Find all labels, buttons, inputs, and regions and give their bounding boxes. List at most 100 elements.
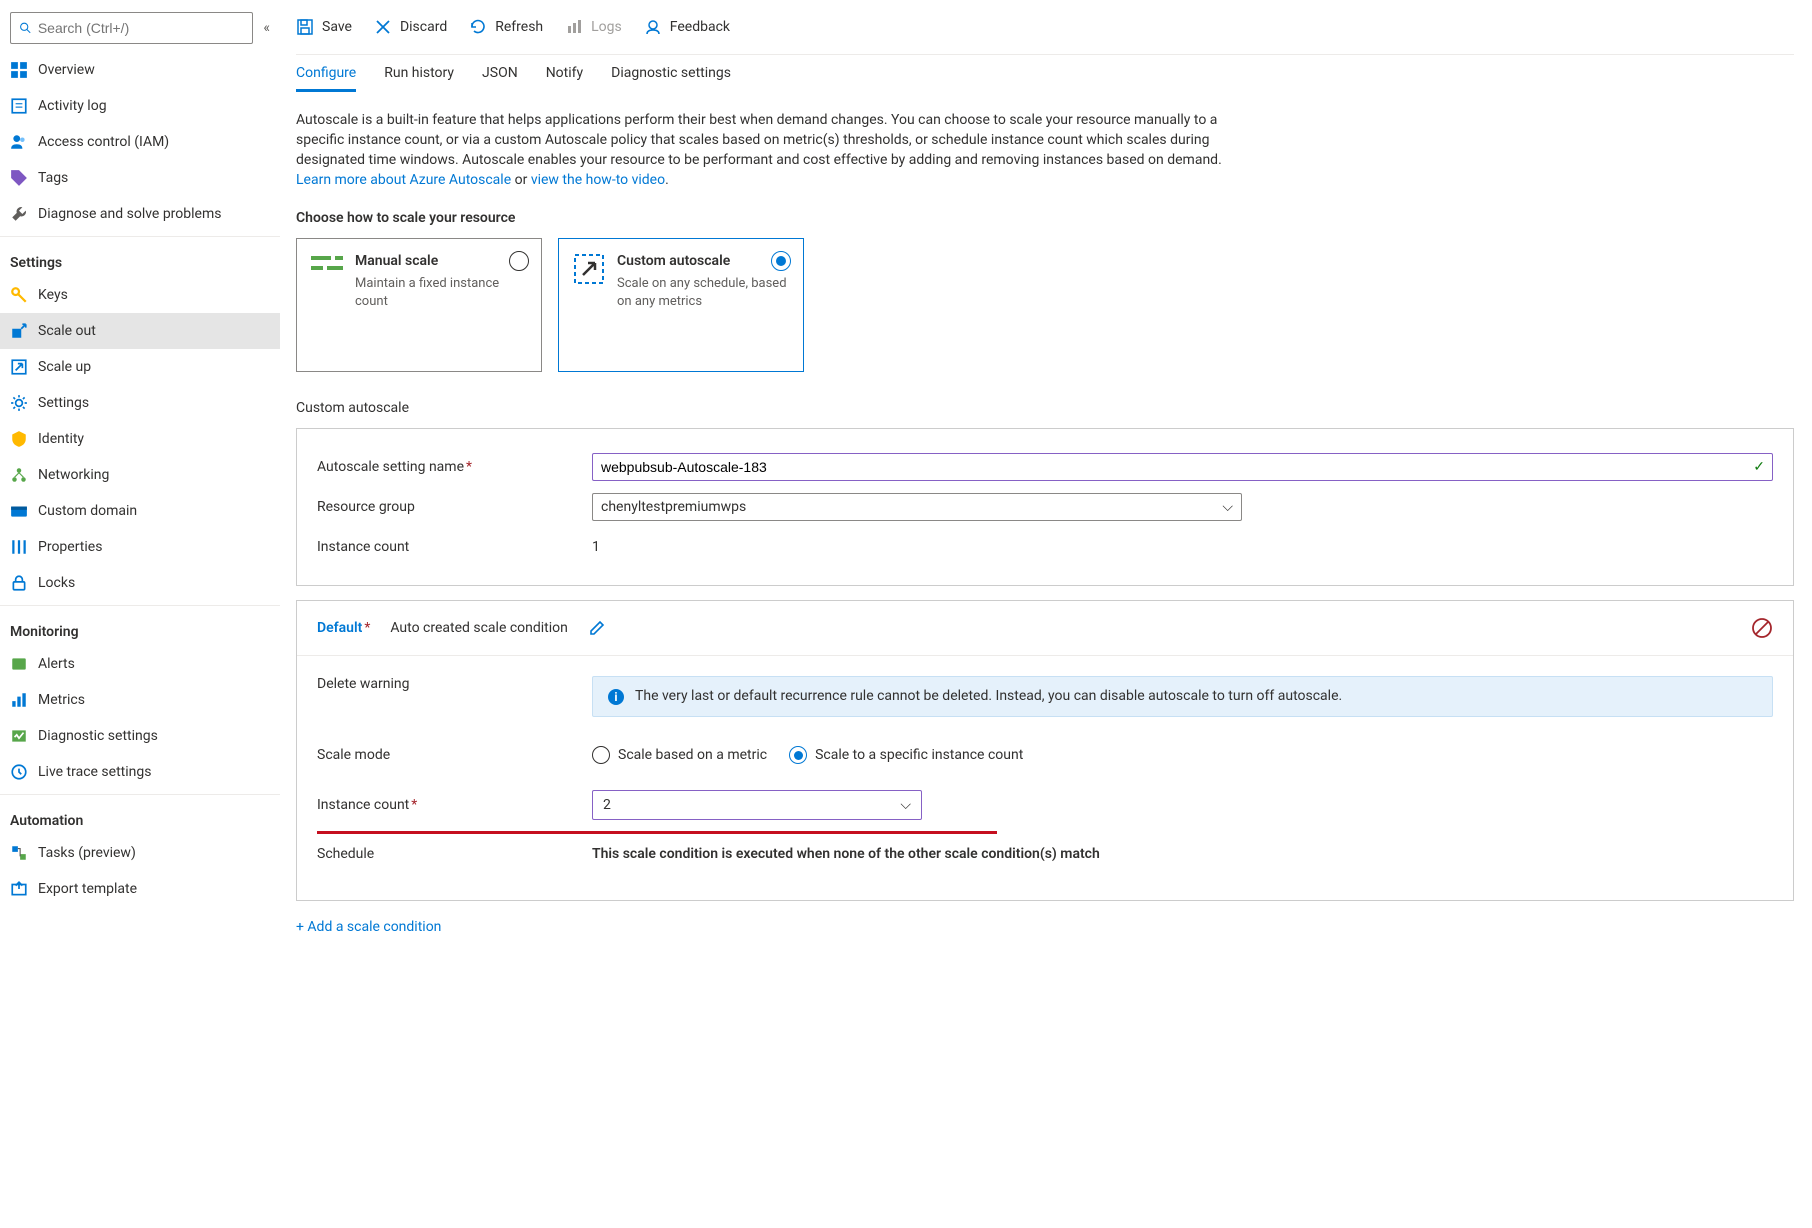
- nav-diagnostic-settings[interactable]: Diagnostic settings: [0, 718, 280, 754]
- refresh-icon: [469, 18, 487, 36]
- nav-live-trace[interactable]: Live trace settings: [0, 754, 280, 790]
- instance-count-label: Instance count: [317, 539, 592, 555]
- card-title: Manual scale: [355, 253, 527, 269]
- rg-value: chenyltestpremiumwps: [601, 499, 746, 515]
- manual-scale-icon: [311, 253, 343, 357]
- check-icon: ✓: [1753, 459, 1765, 475]
- card-sub: Scale on any schedule, based on any metr…: [617, 275, 789, 311]
- info-icon: i: [607, 688, 625, 706]
- edit-icon[interactable]: [588, 619, 606, 637]
- chevron-down-icon: ⌵: [1222, 499, 1233, 515]
- autoscale-settings-panel: Autoscale setting name* ✓ Resource group…: [296, 428, 1794, 586]
- wrench-icon: [10, 205, 28, 223]
- radio-scale-metric[interactable]: Scale based on a metric: [592, 746, 767, 764]
- search-icon: [19, 21, 32, 35]
- feedback-button[interactable]: Feedback: [644, 18, 730, 36]
- radio-icon: [789, 746, 807, 764]
- btn-label: Discard: [400, 19, 447, 35]
- save-button[interactable]: Save: [296, 18, 352, 36]
- desc-or: or: [515, 172, 531, 188]
- scale-out-icon: [10, 322, 28, 340]
- howto-link[interactable]: view the how-to video: [531, 172, 665, 188]
- nav-identity[interactable]: Identity: [0, 421, 280, 457]
- cond-instance-count-value: 2: [603, 797, 611, 813]
- nav-settings[interactable]: Settings: [0, 385, 280, 421]
- cond-instance-count-label: Instance count*: [317, 797, 592, 813]
- nav-activity-log[interactable]: Activity log: [0, 88, 280, 124]
- nav-label: Tasks (preview): [38, 845, 136, 861]
- choose-heading: Choose how to scale your resource: [296, 210, 1794, 226]
- nav-diagnose[interactable]: Diagnose and solve problems: [0, 196, 280, 232]
- nav-alerts[interactable]: Alerts: [0, 646, 280, 682]
- metrics-icon: [10, 691, 28, 709]
- radio-custom[interactable]: [771, 251, 791, 271]
- lock-icon: [10, 574, 28, 592]
- nav-networking[interactable]: Networking: [0, 457, 280, 493]
- collapse-sidebar-icon[interactable]: «: [263, 20, 270, 36]
- nav-scale-up[interactable]: Scale up: [0, 349, 280, 385]
- btn-label: Refresh: [495, 19, 543, 35]
- nav-metrics[interactable]: Metrics: [0, 682, 280, 718]
- domain-icon: [10, 502, 28, 520]
- tab-notify[interactable]: Notify: [546, 65, 583, 92]
- nav-export-template[interactable]: Export template: [0, 871, 280, 907]
- tab-json[interactable]: JSON: [482, 65, 518, 92]
- nav-locks[interactable]: Locks: [0, 565, 280, 601]
- learn-more-link[interactable]: Learn more about Azure Autoscale: [296, 172, 511, 188]
- nav-keys[interactable]: Keys: [0, 277, 280, 313]
- tab-diagnostic-settings[interactable]: Diagnostic settings: [611, 65, 731, 92]
- radio-scale-specific[interactable]: Scale to a specific instance count: [789, 746, 1023, 764]
- search-input[interactable]: [38, 20, 245, 36]
- tag-icon: [10, 169, 28, 187]
- nav-label: Scale out: [38, 323, 96, 339]
- custom-autoscale-icon: [573, 253, 605, 357]
- search-box[interactable]: [10, 12, 253, 44]
- overview-icon: [10, 61, 28, 79]
- delete-warning-text: The very last or default recurrence rule…: [635, 687, 1342, 706]
- nav-label: Scale up: [38, 359, 91, 375]
- card-sub: Maintain a fixed instance count: [355, 275, 527, 311]
- tab-configure[interactable]: Configure: [296, 65, 356, 92]
- feedback-icon: [644, 18, 662, 36]
- nav-access-control[interactable]: Access control (IAM): [0, 124, 280, 160]
- nav-overview[interactable]: Overview: [0, 52, 280, 88]
- cond-instance-count-select[interactable]: 2 ⌵: [592, 790, 922, 820]
- refresh-button[interactable]: Refresh: [469, 18, 543, 36]
- nav-label: Metrics: [38, 692, 85, 708]
- key-icon: [10, 286, 28, 304]
- nav-properties[interactable]: Properties: [0, 529, 280, 565]
- desc-text: Autoscale is a built-in feature that hel…: [296, 112, 1222, 168]
- diag-icon: [10, 727, 28, 745]
- condition-subtitle: Auto created scale condition: [390, 620, 568, 636]
- tab-run-history[interactable]: Run history: [384, 65, 454, 92]
- nav-tasks[interactable]: Tasks (preview): [0, 835, 280, 871]
- nav-label: Locks: [38, 575, 75, 591]
- autoscale-name-input[interactable]: [592, 453, 1773, 481]
- radio-icon: [592, 746, 610, 764]
- scale-up-icon: [10, 358, 28, 376]
- alert-icon: [10, 655, 28, 673]
- card-custom-autoscale[interactable]: Custom autoscale Scale on any schedule, …: [558, 238, 804, 372]
- name-label: Autoscale setting name*: [317, 459, 592, 475]
- logs-button: Logs: [565, 18, 622, 36]
- instance-count-value: 1: [592, 539, 600, 555]
- tabs: Configure Run history JSON Notify Diagno…: [296, 65, 1794, 92]
- scale-mode-label: Scale mode: [317, 747, 592, 763]
- delete-warning-label: Delete warning: [317, 676, 592, 692]
- nav-custom-domain[interactable]: Custom domain: [0, 493, 280, 529]
- nav-label: Properties: [38, 539, 102, 555]
- schedule-text: This scale condition is executed when no…: [592, 846, 1100, 862]
- nav-scale-out[interactable]: Scale out: [0, 313, 280, 349]
- nav-label: Export template: [38, 881, 137, 897]
- desc-period: .: [665, 172, 669, 188]
- radio-manual[interactable]: [509, 251, 529, 271]
- nav-tags[interactable]: Tags: [0, 160, 280, 196]
- card-manual-scale[interactable]: Manual scale Maintain a fixed instance c…: [296, 238, 542, 372]
- save-icon: [296, 18, 314, 36]
- resource-group-select[interactable]: chenyltestpremiumwps ⌵: [592, 493, 1242, 521]
- toolbar: Save Discard Refresh Logs Feedback: [296, 0, 1794, 55]
- discard-button[interactable]: Discard: [374, 18, 447, 36]
- clock-icon: [10, 763, 28, 781]
- discard-icon: [374, 18, 392, 36]
- add-scale-condition-link[interactable]: + Add a scale condition: [296, 919, 441, 935]
